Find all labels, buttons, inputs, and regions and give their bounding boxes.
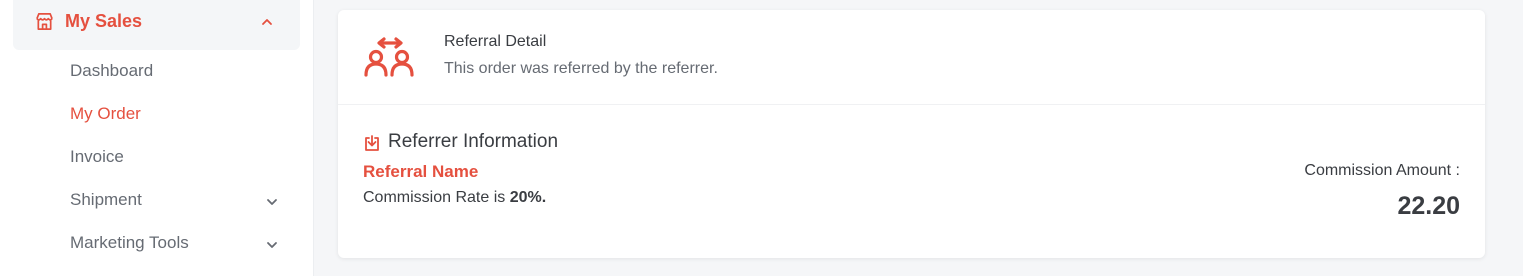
referral-name: Referral Name [363,162,479,181]
commission-amount-label: Commission Amount : [1304,162,1460,179]
referral-people-icon [364,37,414,77]
sidebar-item-my-order[interactable]: My Order [70,104,141,128]
commission-amount-value: 22.20 [1397,192,1460,220]
referral-detail-title: Referral Detail [444,33,547,50]
referral-detail-section: Referral Detail This order was referred … [338,10,1485,105]
download-box-icon [365,135,379,151]
my-sales-menu-header[interactable]: My Sales [13,0,300,50]
sidebar: My Sales Dashboard My Order Invoice Ship… [0,0,314,276]
sidebar-item-dashboard[interactable]: Dashboard [70,61,153,85]
store-icon [36,13,53,30]
sidebar-item-invoice[interactable]: Invoice [70,147,124,171]
chevron-down-icon[interactable] [266,198,278,206]
commission-rate-prefix: Commission Rate is [363,189,506,206]
referrer-information-heading: Referrer Information [388,131,559,152]
sidebar-item-marketing-tools[interactable]: Marketing Tools [70,233,189,257]
chevron-down-icon[interactable] [266,241,278,249]
commission-rate-value: 20%. [509,189,547,206]
commission-rate: Commission Rate is 20%. [363,189,546,207]
referral-detail-subtitle: This order was referred by the referrer. [444,60,718,77]
my-sales-label: My Sales [65,11,143,31]
referral-card: Referral Detail This order was referred … [338,10,1485,258]
chevron-up-icon[interactable] [261,18,273,26]
sidebar-item-shipment[interactable]: Shipment [70,190,142,214]
